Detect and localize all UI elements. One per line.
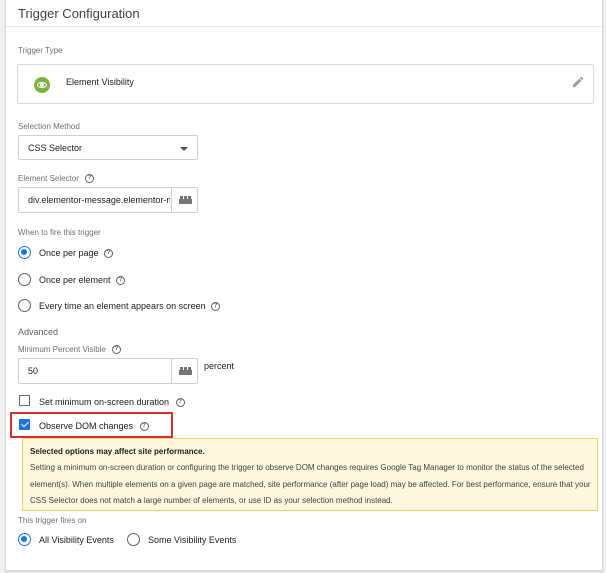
min-duration-checkbox[interactable] (19, 395, 30, 406)
trigger-type-name: Element Visibility (66, 77, 134, 87)
advanced-heading: Advanced (18, 327, 59, 337)
radio-all-visibility-events[interactable] (18, 533, 31, 546)
fires-on-label: This trigger fires on (18, 516, 87, 525)
help-icon[interactable]: ? (139, 422, 149, 432)
when-to-fire-label: When to fire this trigger (18, 228, 101, 237)
option-once-per-page: Once per page ? (39, 248, 114, 259)
section-title: Trigger Configuration (18, 6, 140, 21)
min-percent-value: 50 (28, 366, 39, 376)
option-label: Every time an element appears on screen (39, 301, 206, 311)
option-every-time: Every time an element appears on screen … (39, 301, 221, 312)
selection-method-select[interactable]: CSS Selector (18, 135, 198, 160)
performance-warning: Selected options may affect site perform… (22, 438, 598, 511)
selection-method-label: Selection Method (18, 122, 80, 131)
observe-dom-option: Observe DOM changes ? (39, 421, 149, 432)
option-some-visibility-events: Some Visibility Events (148, 535, 237, 545)
min-duration-option: Set minimum on-screen duration ? (39, 397, 185, 408)
element-selector-label-row: Element Selector ? (18, 174, 95, 184)
help-icon[interactable]: ? (85, 174, 95, 184)
lego-brick-icon (179, 196, 192, 204)
help-icon[interactable]: ? (112, 345, 122, 355)
observe-dom-label: Observe DOM changes (39, 421, 134, 431)
variable-picker-button[interactable] (171, 358, 198, 384)
option-label: Once per element (39, 275, 111, 285)
help-icon[interactable]: ? (104, 249, 114, 259)
option-label: Once per page (39, 248, 99, 258)
radio-once-per-page[interactable] (18, 246, 31, 259)
observe-dom-checkbox[interactable] (19, 419, 30, 430)
min-percent-label: Minimum Percent Visible (18, 345, 106, 354)
help-icon[interactable]: ? (211, 302, 221, 312)
variable-picker-button[interactable] (171, 187, 198, 213)
element-selector-label: Element Selector (18, 174, 79, 183)
radio-once-per-element[interactable] (18, 273, 31, 286)
option-all-visibility-events: All Visibility Events (39, 535, 114, 545)
title-divider (6, 26, 602, 27)
min-duration-label: Set minimum on-screen duration (39, 397, 170, 407)
element-selector-input[interactable]: div.elementor-message.elementor-message-… (18, 187, 172, 213)
help-icon[interactable]: ? (175, 398, 185, 408)
warning-title: Selected options may affect site perform… (30, 447, 205, 456)
radio-some-visibility-events[interactable] (127, 533, 140, 546)
eye-icon (34, 77, 50, 93)
trigger-configuration-panel: Trigger Configuration Trigger Type Eleme… (5, 0, 603, 571)
chevron-down-icon (180, 147, 188, 151)
radio-every-time[interactable] (18, 299, 31, 312)
lego-brick-icon (179, 367, 192, 375)
min-percent-input[interactable]: 50 (18, 358, 172, 384)
selection-method-value: CSS Selector (28, 143, 83, 153)
percent-unit: percent (204, 361, 235, 371)
trigger-type-card[interactable]: Element Visibility (17, 64, 594, 104)
help-icon[interactable]: ? (116, 276, 126, 286)
pencil-icon[interactable] (571, 75, 585, 89)
option-once-per-element: Once per element ? (39, 275, 126, 286)
warning-body: Setting a minimum on-screen duration or … (30, 463, 591, 505)
element-selector-value: div.elementor-message.elementor-message-… (28, 195, 170, 205)
min-percent-label-row: Minimum Percent Visible ? (18, 345, 122, 355)
trigger-type-label: Trigger Type (18, 46, 63, 55)
